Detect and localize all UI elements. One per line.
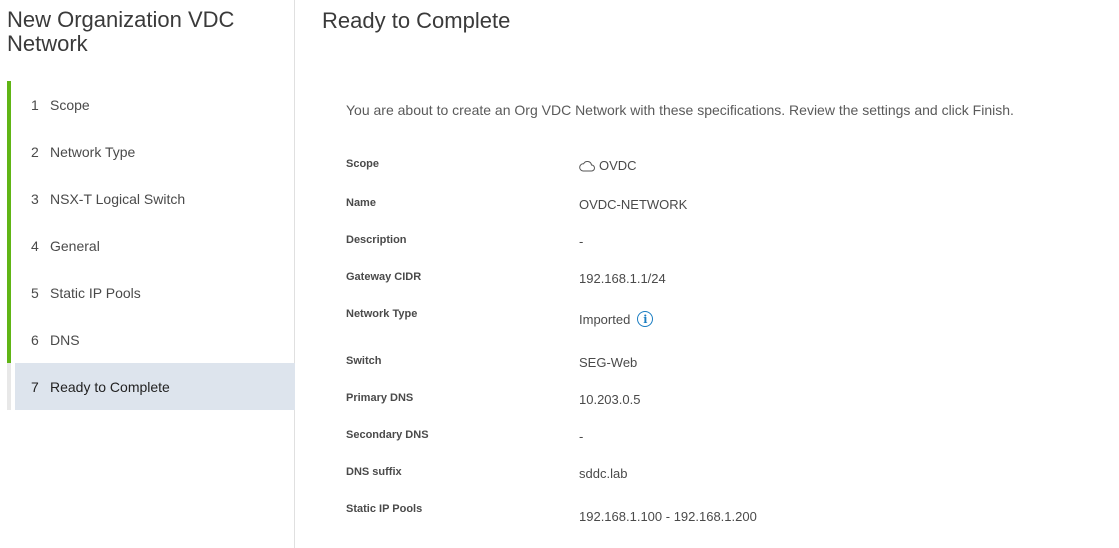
step-number: 4: [31, 237, 39, 254]
step-static-ip-pools[interactable]: 5 Static IP Pools: [7, 269, 295, 316]
step-progress-bar: [7, 316, 11, 363]
field-key: Description: [346, 234, 407, 246]
step-label: NSX-T Logical Switch: [50, 190, 186, 207]
field-key: Primary DNS: [346, 392, 414, 404]
wizard-steps: 1 Scope 2 Network Type 3 NSX-T Logical S…: [7, 81, 295, 410]
field-value: -: [579, 429, 584, 444]
step-network-type[interactable]: 2 Network Type: [7, 128, 295, 175]
field-value: SEG-Web: [579, 355, 638, 370]
field-value: 192.168.1.100 - 192.168.1.200: [579, 509, 757, 524]
field-key: Name: [346, 197, 376, 209]
step-label: Network Type: [50, 143, 136, 160]
wizard-sidebar: New Organization VDC Network 1 Scope 2 N…: [0, 0, 295, 548]
field-key: Gateway CIDR: [346, 271, 422, 283]
cloud-icon: [579, 160, 595, 171]
field-value-text: OVDC: [599, 158, 637, 173]
wizard-title: New Organization VDC Network: [7, 7, 235, 56]
field-value: OVDC: [579, 158, 637, 173]
intro-text: You are about to create an Org VDC Netwo…: [346, 102, 1014, 118]
field-key: Static IP Pools: [346, 503, 423, 515]
field-key: DNS suffix: [346, 466, 402, 478]
field-value: OVDC-NETWORK: [579, 197, 688, 212]
field-key: Scope: [346, 158, 380, 170]
field-key: Switch: [346, 355, 382, 367]
step-number: 2: [31, 143, 39, 160]
step-scope[interactable]: 1 Scope: [7, 81, 295, 128]
step-number: 6: [31, 331, 39, 348]
main-panel: Ready to Complete You are about to creat…: [296, 0, 1119, 548]
field-value: -: [579, 234, 584, 249]
step-progress-bar: [7, 222, 11, 269]
step-progress-bar: [7, 175, 11, 222]
field-value: sddc.lab: [579, 466, 628, 481]
step-dns[interactable]: 6 DNS: [7, 316, 295, 363]
field-value: Imported i: [579, 311, 654, 327]
step-progress-bar: [7, 128, 11, 175]
step-progress-bar: [7, 269, 11, 316]
field-key: Secondary DNS: [346, 429, 429, 441]
step-label: General: [50, 237, 100, 254]
info-icon[interactable]: i: [637, 311, 654, 327]
step-number: 3: [31, 190, 39, 207]
step-label: Static IP Pools: [50, 284, 141, 301]
step-number: 5: [31, 284, 39, 301]
field-value: 10.203.0.5: [579, 392, 641, 407]
field-value: 192.168.1.1/24: [579, 271, 666, 286]
step-progress-bar: [7, 363, 11, 410]
step-number: 7: [31, 378, 39, 395]
field-value-text: Imported: [579, 311, 631, 327]
step-ready-to-complete[interactable]: 7 Ready to Complete: [7, 363, 295, 410]
page-title: Ready to Complete: [322, 8, 511, 33]
field-key: Network Type: [346, 308, 418, 320]
step-number: 1: [31, 96, 39, 113]
step-nsx-t-logical-switch[interactable]: 3 NSX-T Logical Switch: [7, 175, 295, 222]
step-label: Ready to Complete: [50, 378, 170, 395]
step-label: DNS: [50, 331, 80, 348]
step-label: Scope: [50, 96, 90, 113]
step-progress-bar: [7, 81, 11, 128]
step-general[interactable]: 4 General: [7, 222, 295, 269]
